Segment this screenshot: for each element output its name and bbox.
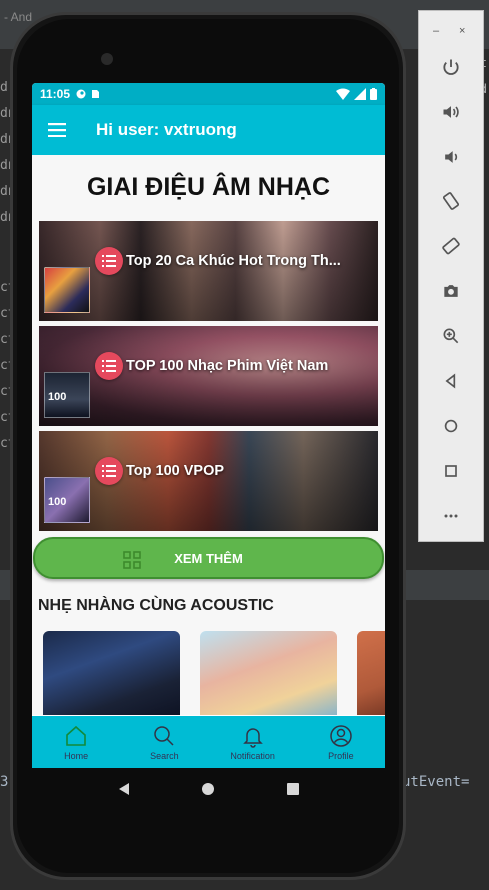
playlist-thumbnail: [44, 267, 90, 313]
system-back-icon[interactable]: [112, 777, 136, 801]
bell-icon: [242, 727, 263, 748]
close-button[interactable]: ×: [459, 25, 465, 37]
system-home-icon[interactable]: [196, 777, 220, 801]
playlist-icon: [95, 352, 123, 380]
grid-icon: [123, 551, 141, 569]
back-icon[interactable]: [437, 367, 465, 395]
playlist-thumbnail: 100: [44, 372, 90, 418]
app-screen: 11:05 Hi user: vxtruong GIAI ĐIỆU ÂM NHẠ…: [32, 83, 385, 768]
status-bar: 11:05: [32, 83, 385, 105]
profile-icon: [330, 724, 352, 747]
playlist-icon: [95, 247, 123, 275]
search-icon: [154, 725, 174, 746]
status-icons: [336, 88, 377, 100]
system-navigation-bar: [32, 768, 385, 810]
signal-icon: [354, 88, 366, 100]
rotate-left-icon[interactable]: [437, 187, 465, 215]
thumbnail-text: 100: [48, 391, 67, 403]
playlist-title: Top 100 VPOP: [126, 463, 225, 479]
nav-label: Profile: [328, 750, 354, 761]
playlist-title: Top 20 Ca Khúc Hot Trong Th...: [126, 253, 341, 269]
playlist-thumbnail: 100: [44, 477, 90, 523]
playlist-title: TOP 100 Nhạc Phim Việt Nam: [126, 358, 329, 374]
playlist-card[interactable]: Top 20 Ca Khúc Hot Trong Th...: [39, 221, 378, 321]
album-card[interactable]: [200, 631, 337, 715]
power-icon[interactable]: [437, 53, 465, 81]
playlist-label: TOP 100 Nhạc Phim Việt Nam: [95, 352, 328, 380]
section-title: NHẸ NHÀNG CÙNG ACOUSTIC: [38, 597, 274, 614]
see-more-label: XEM THÊM: [174, 550, 243, 566]
page-title: GIAI ĐIỆU ÂM NHẠC: [86, 173, 331, 201]
battery-icon: [370, 88, 377, 100]
playlist-card[interactable]: 100 Top 100 VPOP: [39, 431, 378, 531]
emulator-toolbar: – ×: [418, 10, 484, 542]
nav-label: Notification: [230, 750, 275, 761]
sd-card-icon: [92, 90, 100, 98]
nav-profile[interactable]: Profile: [297, 716, 385, 768]
notification-dot-icon: [76, 89, 86, 99]
wifi-icon: [336, 88, 350, 100]
nav-label: Search: [150, 750, 179, 761]
nav-label: Home: [64, 750, 89, 761]
more-icon[interactable]: [437, 502, 465, 530]
playlist-label: Top 100 VPOP: [95, 457, 224, 485]
minimize-button[interactable]: –: [433, 25, 439, 37]
nav-notification[interactable]: Notification: [209, 716, 297, 768]
status-time: 11:05: [40, 87, 71, 101]
ide-title: - And: [4, 10, 33, 24]
home-icon[interactable]: [437, 412, 465, 440]
hamburger-menu-icon[interactable]: [32, 105, 82, 155]
app-bar: Hi user: vxtruong: [32, 105, 385, 155]
overview-icon[interactable]: [437, 457, 465, 485]
zoom-icon[interactable]: [437, 322, 465, 350]
see-more-button[interactable]: XEM THÊM: [33, 537, 384, 579]
log-right-text: utEvent=: [402, 774, 470, 790]
playlist-card[interactable]: 100 TOP 100 Nhạc Phim Việt Nam: [39, 326, 378, 426]
playlist-icon: [95, 457, 123, 485]
rotate-right-icon[interactable]: [437, 232, 465, 260]
album-card[interactable]: [43, 631, 180, 715]
thumbnail-text: 100: [48, 496, 67, 508]
nav-home[interactable]: Home: [32, 716, 120, 768]
main-content: GIAI ĐIỆU ÂM NHẠC Top 20 Ca Khúc Hot Tro…: [32, 155, 385, 715]
system-overview-icon[interactable]: [281, 777, 305, 801]
log-left-text: 3: [0, 774, 9, 790]
app-bar-title: Hi user: vxtruong: [96, 120, 237, 139]
front-camera: [101, 53, 113, 65]
nav-search[interactable]: Search: [120, 716, 208, 768]
camera-icon[interactable]: [437, 277, 465, 305]
volume-up-icon[interactable]: [437, 98, 465, 126]
playlist-label: Top 20 Ca Khúc Hot Trong Th...: [95, 247, 341, 275]
volume-down-icon[interactable]: [437, 143, 465, 171]
album-card[interactable]: [357, 631, 385, 715]
home-icon: [66, 725, 86, 746]
bottom-navigation: Home Search Notification Profile: [32, 716, 385, 768]
